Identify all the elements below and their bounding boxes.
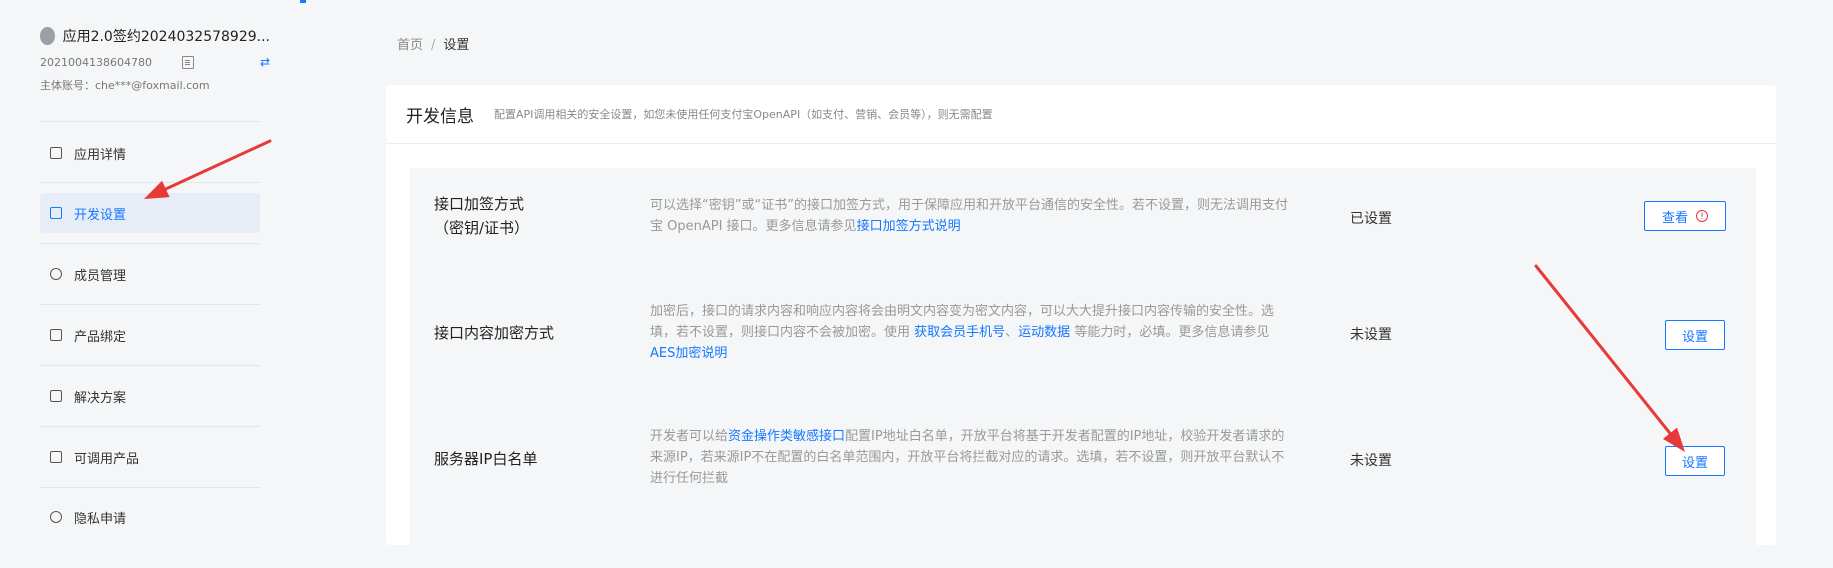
sidebar-item-label: 可调用产品 [74,451,140,467]
settings-row-encryption: 接口内容加密方式 加密后，接口的请求内容和响应内容将会由明文内容变为密文内容，可… [410,286,1756,406]
encryption-settings-button[interactable]: 设置 [1665,320,1725,350]
row-name: 服务器IP白名单 [434,450,538,468]
app-avatar [40,27,55,45]
sidebar-item-privacy[interactable]: 隐私申请 [40,497,260,537]
nav-divider [40,487,260,488]
privacy-icon [50,511,62,523]
settings-row-ip-whitelist: 服务器IP白名单 开发者可以给资金操作类敏感接口配置IP地址白名单，开放平台将基… [410,412,1756,532]
breadcrumb-separator: / [431,38,436,53]
app-title: 应用2.0签约2024032578929... [62,29,270,45]
solution-icon [50,390,62,402]
copy-icon[interactable] [181,56,194,69]
nav-divider [40,182,260,183]
settings-doc-icon [50,207,62,219]
warning-icon: ! [1696,210,1708,222]
link-icon [50,329,62,341]
sidebar-item-callable-products[interactable]: 可调用产品 [40,437,260,477]
sidebar-item-solutions[interactable]: 解决方案 [40,376,260,416]
breadcrumb: 首页 / 设置 [397,34,469,53]
card-title: 开发信息 [406,106,474,127]
member-phone-link[interactable]: 获取会员手机号 [914,325,1005,340]
bar-chart-icon [50,147,62,159]
app-header: 应用2.0签约2024032578929... 2021004138604780… [40,26,270,93]
sidebar-item-label: 解决方案 [74,390,127,406]
users-icon [50,268,62,280]
sidebar-item-label: 开发设置 [74,207,127,223]
sport-data-link[interactable]: 运动数据 [1018,325,1070,340]
nav-divider [40,243,260,244]
aes-doc-link[interactable]: AES加密说明 [650,346,727,361]
settings-row-signing: 接口加签方式 （密钥/证书） 可以选择“密钥”或“证书”的接口加签方式，用于保障… [410,168,1756,288]
nav-divider [40,121,260,122]
row-name: 接口内容加密方式 [434,324,555,342]
row-description: 加密后，接口的请求内容和响应内容将会由明文内容变为密文内容，可以大大提升接口内容… [650,304,1275,361]
status-text: 未设置 [1350,453,1392,469]
row-name: 接口加签方式 （密钥/证书） [434,195,530,237]
dev-info-card: 开发信息 配置API调用相关的安全设置，如您未使用任何支付宝OpenAPI（如支… [386,85,1776,568]
card-description: 配置API调用相关的安全设置，如您未使用任何支付宝OpenAPI（如支付、营销、… [494,108,993,121]
card-header: 开发信息 配置API调用相关的安全设置，如您未使用任何支付宝OpenAPI（如支… [386,85,1776,144]
breadcrumb-current: 设置 [443,38,470,53]
status-text: 未设置 [1350,327,1392,343]
row-description: 开发者可以给资金操作类敏感接口配置IP地址白名单，开放平台将基于开发者配置的IP… [650,429,1285,486]
sidebar-item-label: 产品绑定 [74,329,127,345]
sidebar-item-members[interactable]: 成员管理 [40,254,260,294]
switch-app-icon[interactable]: ⇄ [260,55,270,69]
settings-list: 接口加签方式 （密钥/证书） 可以选择“密钥”或“证书”的接口加签方式，用于保障… [410,168,1756,568]
sidebar-item-label: 应用详情 [74,147,127,163]
app-id: 2021004138604780 [40,56,152,69]
status-text: 已设置 [1350,211,1392,227]
sidebar-item-label: 隐私申请 [74,511,127,527]
view-button[interactable]: 查看! [1644,201,1726,231]
nav-divider [40,304,260,305]
sidebar-item-app-details[interactable]: 应用详情 [40,133,260,173]
signing-doc-link[interactable]: 接口加签方式说明 [857,219,961,234]
sidebar: 应用2.0签约2024032578929... 2021004138604780… [0,0,300,527]
ip-whitelist-settings-button[interactable]: 设置 [1665,446,1725,476]
breadcrumb-home[interactable]: 首页 [397,38,423,53]
sidebar-item-dev-settings[interactable]: 开发设置 [40,193,260,233]
nav-divider [40,365,260,366]
nav-divider [40,426,260,427]
row-description: 可以选择“密钥”或“证书”的接口加签方式，用于保障应用和开放平台通信的安全性。若… [650,198,1288,234]
sidebar-item-product-binding[interactable]: 产品绑定 [40,315,260,355]
sensitive-api-link[interactable]: 资金操作类敏感接口 [728,429,845,444]
main-account: 主体账号：che***@foxmail.com [40,79,210,92]
product-icon [50,451,62,463]
sidebar-item-label: 成员管理 [74,268,127,284]
